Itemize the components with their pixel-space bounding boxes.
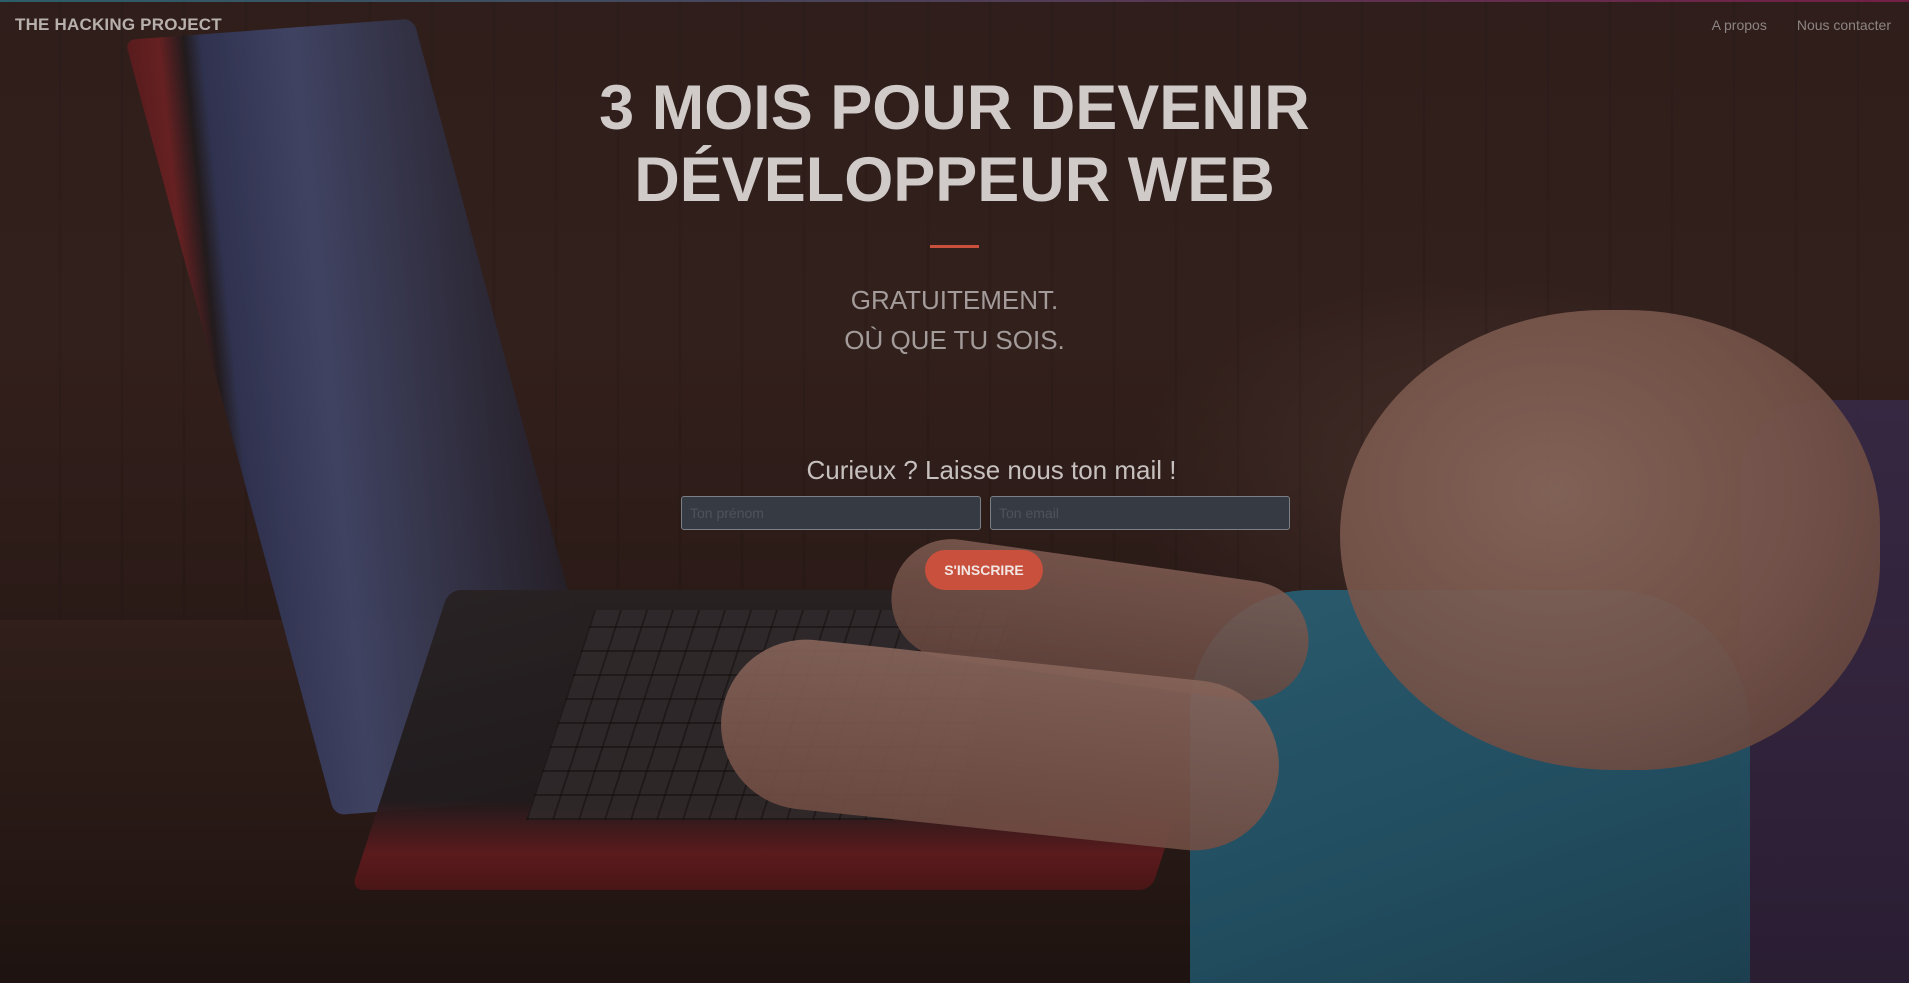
brand-link[interactable]: THE HACKING PROJECT <box>15 15 222 35</box>
subtitle-line1: GRATUITEMENT. <box>850 285 1059 315</box>
hero-section: THE HACKING PROJECT A propos Nous contac… <box>0 0 1909 983</box>
email-input[interactable] <box>990 496 1290 530</box>
first-name-input[interactable] <box>681 496 981 530</box>
nav-link-contact[interactable]: Nous contacter <box>1797 17 1891 33</box>
subtitle-line2: OÙ QUE TU SOIS. <box>844 325 1065 355</box>
nav-links: A propos Nous contacter <box>1712 17 1891 33</box>
nav-link-about[interactable]: A propos <box>1712 17 1767 33</box>
hero-title-line2: DÉVELOPPEUR WEB <box>634 145 1275 215</box>
hero-title-line1: 3 MOIS POUR DEVENIR <box>599 73 1310 143</box>
hero-subtitle: GRATUITEMENT. OÙ QUE TU SOIS. <box>0 280 1909 360</box>
signup-button[interactable]: S'INSCRIRE <box>925 550 1043 590</box>
navbar: THE HACKING PROJECT A propos Nous contac… <box>0 0 1909 52</box>
signup-prompt: Curieux ? Laisse nous ton mail ! <box>806 455 1177 485</box>
signup-form <box>681 496 1290 530</box>
title-divider <box>930 245 979 248</box>
hero-title: 3 MOIS POUR DEVENIR DÉVELOPPEUR WEB <box>0 72 1909 216</box>
